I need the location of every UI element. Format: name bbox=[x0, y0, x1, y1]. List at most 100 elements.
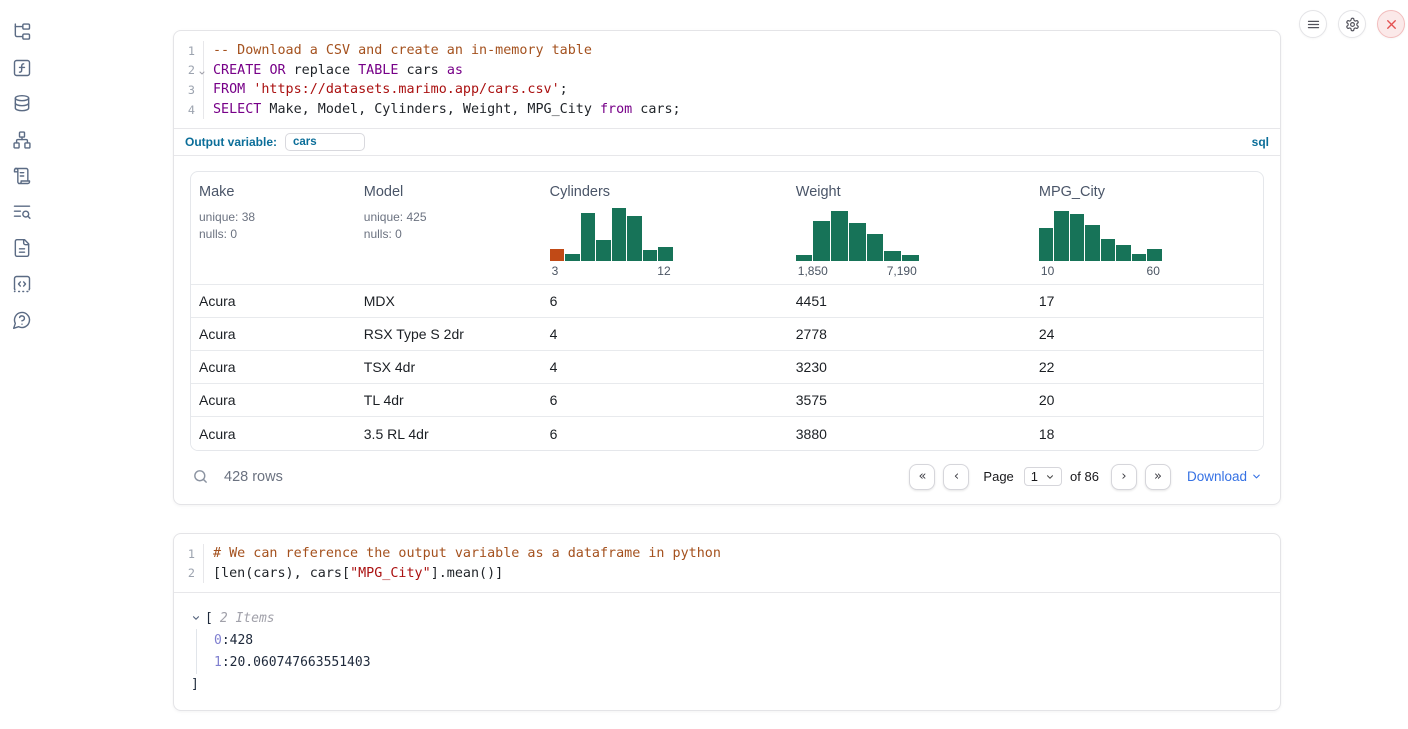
table-cell: Acura bbox=[191, 318, 356, 351]
database-icon[interactable] bbox=[12, 94, 32, 114]
output-variable-input[interactable] bbox=[285, 133, 365, 151]
search-icon[interactable] bbox=[192, 468, 209, 485]
function-square-icon[interactable] bbox=[12, 58, 32, 78]
code-line: 3FROM 'https://datasets.marimo.app/cars.… bbox=[174, 80, 1280, 100]
table-header-row: Makeunique: 38nulls: 0Modelunique: 425nu… bbox=[191, 172, 1263, 285]
fold-chevron-icon[interactable] bbox=[198, 69, 206, 77]
gear-icon bbox=[1345, 17, 1360, 32]
table-cell: 6 bbox=[542, 417, 788, 450]
histogram-bar[interactable] bbox=[849, 223, 866, 261]
histogram-min-label: 3 bbox=[552, 264, 559, 278]
column-header-cylinders[interactable]: Cylinders 3 12 bbox=[542, 172, 788, 285]
histogram-bar[interactable] bbox=[565, 254, 580, 261]
column-header-weight[interactable]: Weight 1,850 7,190 bbox=[788, 172, 1031, 285]
line-number: 1 bbox=[174, 41, 204, 61]
histogram-bar[interactable] bbox=[596, 240, 611, 261]
histogram-bar[interactable] bbox=[612, 208, 627, 261]
histogram-bar[interactable] bbox=[1116, 245, 1131, 261]
table-cell: RSX Type S 2dr bbox=[356, 318, 542, 351]
histogram-bar[interactable] bbox=[884, 251, 901, 261]
histogram-bar[interactable] bbox=[1101, 239, 1116, 261]
histogram-bar[interactable] bbox=[550, 249, 565, 261]
table-cell: TL 4dr bbox=[356, 384, 542, 417]
page-select[interactable]: 1 bbox=[1024, 467, 1062, 486]
histogram-bar[interactable] bbox=[1085, 225, 1100, 261]
histogram-min-label: 1,850 bbox=[798, 264, 828, 278]
sql-editor[interactable]: 1 -- Download a CSV and create an in-memo… bbox=[174, 31, 1280, 128]
scroll-text-icon[interactable] bbox=[12, 166, 32, 186]
code-text: FROM 'https://datasets.marimo.app/cars.c… bbox=[213, 82, 568, 97]
histogram-bar[interactable] bbox=[1039, 228, 1054, 261]
page-select-value: 1 bbox=[1031, 469, 1038, 484]
histogram-bar[interactable] bbox=[902, 255, 919, 261]
table-footer: 428 rows « ‹ Page 1 of 86 › » Download bbox=[190, 458, 1264, 496]
settings-button[interactable] bbox=[1338, 10, 1366, 38]
logs-search-icon[interactable] bbox=[12, 202, 32, 222]
histogram-bar[interactable] bbox=[867, 234, 884, 261]
table-cell: 22 bbox=[1031, 351, 1263, 384]
help-icon[interactable] bbox=[12, 310, 32, 330]
histogram-max-label: 12 bbox=[657, 264, 670, 278]
table-row[interactable]: AcuraTL 4dr6357520 bbox=[191, 384, 1263, 417]
table-row[interactable]: Acura3.5 RL 4dr6388018 bbox=[191, 417, 1263, 450]
histogram-bar[interactable] bbox=[1147, 249, 1162, 261]
table-row[interactable]: AcuraMDX6445117 bbox=[191, 285, 1263, 318]
histogram-bar[interactable] bbox=[658, 247, 673, 261]
next-page-button[interactable]: › bbox=[1111, 464, 1137, 490]
snippets-icon[interactable] bbox=[12, 274, 32, 294]
histogram-bar[interactable] bbox=[1132, 254, 1147, 261]
table-cell: Acura bbox=[191, 384, 356, 417]
column-histogram bbox=[1039, 208, 1162, 261]
histogram-bar[interactable] bbox=[796, 255, 813, 261]
line-number: 2 bbox=[174, 564, 204, 584]
column-stat: unique: 38 bbox=[199, 209, 348, 226]
histogram-max-label: 60 bbox=[1147, 264, 1160, 278]
histogram-min-label: 10 bbox=[1041, 264, 1054, 278]
code-line: 2CREATE OR replace TABLE cars as bbox=[174, 61, 1280, 81]
file-tree-icon[interactable] bbox=[12, 22, 32, 42]
menu-button[interactable] bbox=[1299, 10, 1327, 38]
table-cell: 20 bbox=[1031, 384, 1263, 417]
column-title: Weight bbox=[796, 184, 1023, 200]
table-row[interactable]: AcuraTSX 4dr4323022 bbox=[191, 351, 1263, 384]
table-row[interactable]: AcuraRSX Type S 2dr4277824 bbox=[191, 318, 1263, 351]
close-icon bbox=[1384, 17, 1399, 32]
histogram-bar[interactable] bbox=[831, 211, 848, 261]
table-cell: 24 bbox=[1031, 318, 1263, 351]
dependency-graph-icon[interactable] bbox=[12, 130, 32, 150]
table-cell: 6 bbox=[542, 285, 788, 318]
column-title: Cylinders bbox=[550, 184, 780, 200]
column-header-make[interactable]: Makeunique: 38nulls: 0 bbox=[191, 172, 356, 285]
open-bracket: [ bbox=[205, 611, 213, 626]
column-header-mpg_city[interactable]: MPG_City1060 bbox=[1031, 172, 1263, 285]
shutdown-button[interactable] bbox=[1377, 10, 1405, 38]
histogram-bar[interactable] bbox=[1070, 214, 1085, 261]
histogram-bar[interactable] bbox=[627, 216, 642, 261]
table-cell: 3575 bbox=[788, 384, 1031, 417]
page-total-label: of 86 bbox=[1070, 469, 1099, 484]
last-page-button[interactable]: » bbox=[1145, 464, 1171, 490]
table-cell: 4451 bbox=[788, 285, 1031, 318]
column-header-model[interactable]: Modelunique: 425nulls: 0 bbox=[356, 172, 542, 285]
sidebar bbox=[0, 0, 44, 729]
output-variable-label: Output variable: bbox=[185, 135, 277, 149]
document-icon[interactable] bbox=[12, 238, 32, 258]
column-stat: nulls: 0 bbox=[199, 226, 348, 243]
download-button[interactable]: Download bbox=[1187, 469, 1262, 484]
histogram-max-label: 7,190 bbox=[887, 264, 917, 278]
python-output-tree: [ 2 Items 0: 4281: 20.060747663551403 ] bbox=[174, 592, 1280, 710]
first-page-button[interactable]: « bbox=[909, 464, 935, 490]
tree-entry-key: 0 bbox=[214, 633, 222, 648]
table-cell: Acura bbox=[191, 285, 356, 318]
python-editor[interactable]: 1# We can reference the output variable … bbox=[174, 534, 1280, 592]
table-cell: 2778 bbox=[788, 318, 1031, 351]
histogram-bar[interactable] bbox=[1054, 211, 1069, 261]
code-text: SELECT Make, Model, Cylinders, Weight, M… bbox=[213, 102, 681, 117]
histogram-bar[interactable] bbox=[643, 250, 658, 261]
previous-page-button[interactable]: ‹ bbox=[943, 464, 969, 490]
histogram-bar[interactable] bbox=[813, 221, 830, 261]
code-text: -- Download a CSV and create an in-memor… bbox=[213, 43, 592, 58]
table-cell: TSX 4dr bbox=[356, 351, 542, 384]
histogram-bar[interactable] bbox=[581, 213, 596, 261]
collapse-chevron-icon[interactable] bbox=[191, 613, 201, 623]
